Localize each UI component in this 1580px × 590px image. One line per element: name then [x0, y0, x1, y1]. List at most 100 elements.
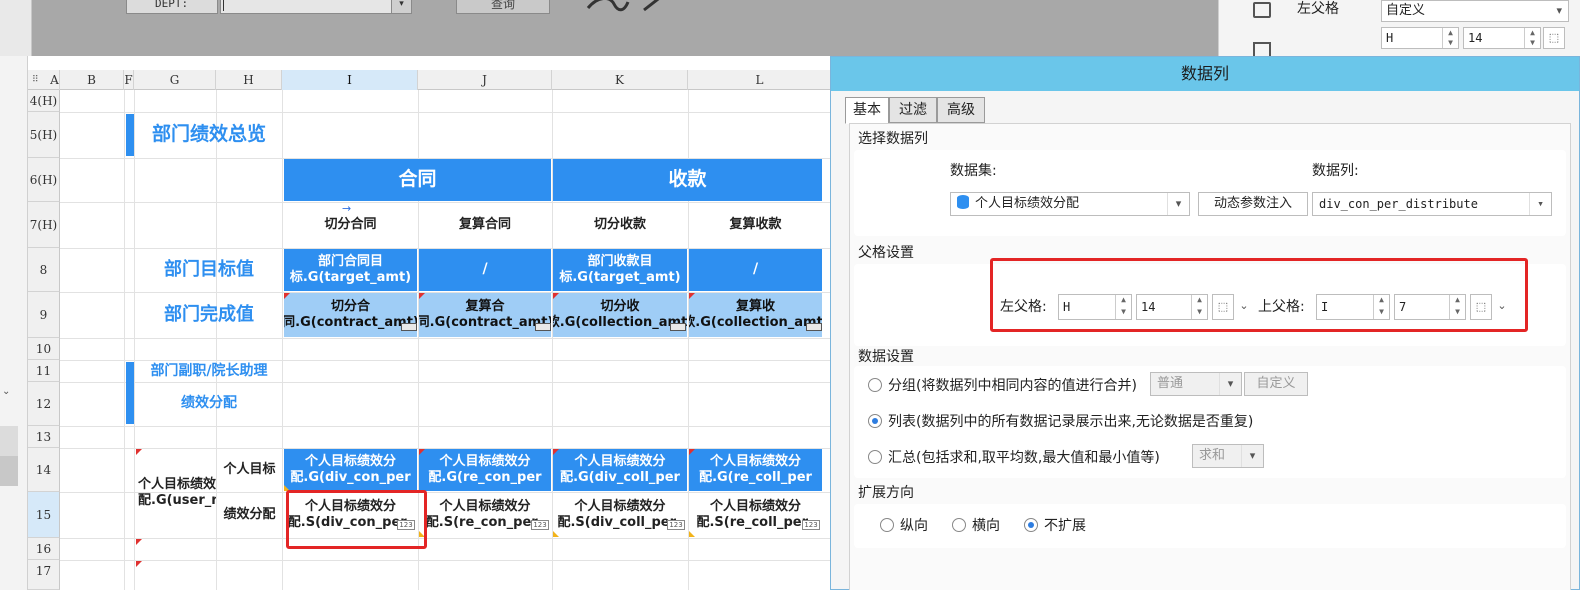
- row15-cell[interactable]: 个人目标绩效分配.S(re_con_per_: [419, 493, 551, 537]
- column-header-f[interactable]: F: [124, 70, 134, 90]
- expand-horizontal-radio[interactable]: [952, 518, 966, 532]
- done-cell[interactable]: 切分合同.G(contract_amt): [284, 293, 417, 337]
- select-section-title: 选择数据列: [858, 131, 928, 147]
- h15-cell[interactable]: 绩效分配: [217, 493, 282, 537]
- row-header[interactable]: 15: [28, 492, 60, 538]
- user-name-cell[interactable]: 个人目标绩效分配.G(user_name): [136, 449, 216, 537]
- gridline: [60, 560, 832, 561]
- tab-filter[interactable]: 过滤: [889, 97, 937, 123]
- row-header[interactable]: 11: [28, 360, 60, 382]
- row15-cell[interactable]: 个人目标绩效分配.S(div_coll_per_: [553, 493, 687, 537]
- expand-none-radio[interactable]: [1024, 518, 1038, 532]
- query-button[interactable]: 查询: [456, 0, 550, 14]
- prop-parent-col-value: H: [1386, 31, 1394, 45]
- tab-basic[interactable]: 基本: [845, 97, 889, 124]
- row14-cell[interactable]: 个人目标绩效分配.G(re_con_per: [419, 449, 551, 491]
- left-rail: ⌄: [0, 56, 28, 590]
- dept-target-label[interactable]: 部门目标值: [136, 249, 282, 291]
- h14-cell[interactable]: 个人目标: [217, 449, 282, 491]
- expand-horizontal-label[interactable]: 横向: [972, 515, 1000, 535]
- dept-input[interactable]: ▾: [220, 0, 412, 14]
- row-header[interactable]: 6(H): [28, 158, 60, 202]
- row-header[interactable]: 16: [28, 538, 60, 560]
- overview-title[interactable]: 部门绩效总览: [136, 114, 282, 156]
- cell-marker-icon: [284, 293, 290, 299]
- column-header-a[interactable]: A: [50, 70, 60, 90]
- expand-vertical-radio[interactable]: [880, 518, 894, 532]
- expand-element-icon[interactable]: [1253, 42, 1271, 56]
- section-accent-bar: [126, 362, 134, 424]
- row-header[interactable]: 10: [28, 338, 60, 360]
- prop-parent-select[interactable]: 自定义 ▾: [1381, 0, 1569, 22]
- column-header-i[interactable]: I: [282, 70, 418, 90]
- expand-section-title: 扩展方向: [858, 485, 914, 501]
- spinner-down-icon[interactable]: ▼: [1524, 38, 1540, 48]
- list-radio[interactable]: [868, 414, 882, 428]
- text-caret: [223, 0, 224, 11]
- cell-type-icon: [670, 323, 686, 331]
- assist-title[interactable]: 部门副职/院长助理: [136, 361, 282, 382]
- list-label[interactable]: 列表(数据列中的所有数据记录展示出来,无论数据是否重复): [888, 411, 1253, 431]
- row15-cell[interactable]: 个人目标绩效分配.S(re_coll_per_: [689, 493, 822, 537]
- dynamic-param-inject-button[interactable]: 动态参数注入: [1198, 192, 1308, 216]
- dept-done-label[interactable]: 部门完成值: [136, 293, 282, 337]
- column-header-k[interactable]: K: [552, 70, 688, 90]
- row-header[interactable]: 13: [28, 426, 60, 448]
- parent-section-title: 父格设置: [858, 245, 914, 261]
- collection-header-cell[interactable]: 收款: [553, 159, 822, 201]
- property-pane: 左父格 自定义 ▾ H ▲ ▼ 14 ▲ ▼ ⬚: [1218, 0, 1580, 56]
- dataset-select[interactable]: 个人目标绩效分配 ▾: [950, 192, 1190, 216]
- target-cell[interactable]: 部门合同目标.G(target_amt): [284, 249, 417, 291]
- summary-radio[interactable]: [868, 450, 882, 464]
- dialog-title[interactable]: 数据列: [831, 57, 1579, 91]
- logo-swirl-icon: [586, 0, 660, 12]
- subheader-cell[interactable]: 切分收款: [553, 203, 687, 247]
- cell-element-icon[interactable]: [1253, 2, 1271, 18]
- target-cell[interactable]: /: [689, 249, 822, 291]
- column-select[interactable]: div_con_per_distribute ▾: [1312, 192, 1552, 216]
- gridline: [134, 90, 135, 590]
- cell-picker-icon[interactable]: ⬚: [1543, 27, 1565, 49]
- subheader-cell[interactable]: 复算收款: [689, 203, 822, 247]
- chevron-down-icon[interactable]: ⌄: [2, 386, 10, 397]
- expand-vertical-label[interactable]: 纵向: [900, 515, 928, 535]
- spinner-up-icon[interactable]: ▲: [1524, 28, 1540, 38]
- row-header[interactable]: 14: [28, 448, 60, 492]
- row-header[interactable]: 7(H): [28, 202, 60, 248]
- done-cell[interactable]: 复算合同.G(contract_amt): [419, 293, 551, 337]
- target-cell[interactable]: /: [419, 249, 551, 291]
- grid-grip-icon[interactable]: ⠿: [32, 74, 46, 86]
- row-header[interactable]: 4(H): [28, 90, 60, 112]
- column-header-l[interactable]: L: [688, 70, 832, 90]
- row-header[interactable]: 8: [28, 248, 60, 292]
- done-cell[interactable]: 复算收款.G(collection_amt): [689, 293, 822, 337]
- done-cell[interactable]: 切分收款.G(collection_amt): [553, 293, 687, 337]
- row-header[interactable]: 12: [28, 382, 60, 426]
- row14-cell[interactable]: 个人目标绩效分配.G(div_coll_per: [553, 449, 687, 491]
- row14-cell[interactable]: 个人目标绩效分配.G(div_con_per: [284, 449, 417, 491]
- column-header-g[interactable]: G: [134, 70, 216, 90]
- subheader-cell[interactable]: 复算合同: [419, 203, 551, 247]
- column-header-j[interactable]: J: [418, 70, 552, 90]
- column-header-b[interactable]: B: [60, 70, 124, 90]
- prop-parent-col-spinner[interactable]: H ▲ ▼: [1381, 27, 1459, 49]
- tab-advanced[interactable]: 高级: [937, 97, 985, 123]
- prop-parent-row-spinner[interactable]: 14 ▲ ▼: [1463, 27, 1541, 49]
- row14-cell[interactable]: 个人目标绩效分配.G(re_coll_per: [689, 449, 822, 491]
- dept-dropdown-button[interactable]: ▾: [391, 0, 411, 13]
- column-header-h[interactable]: H: [216, 70, 282, 90]
- row-header[interactable]: 9: [28, 292, 60, 338]
- spinner-down-icon[interactable]: ▼: [1442, 38, 1458, 48]
- contract-header-cell[interactable]: 合同: [284, 159, 551, 201]
- summary-label[interactable]: 汇总(包括求和,取平均数,最大值和最小值等): [888, 447, 1160, 467]
- row-header[interactable]: 5(H): [28, 112, 60, 158]
- spinner-up-icon[interactable]: ▲: [1442, 28, 1458, 38]
- group-label[interactable]: 分组(将数据列中相同内容的值进行合并): [888, 375, 1137, 395]
- expand-none-label[interactable]: 不扩展: [1044, 515, 1086, 535]
- assist-subtitle[interactable]: 绩效分配: [136, 383, 282, 425]
- row-header[interactable]: 17: [28, 560, 60, 590]
- cell-marker-icon: [553, 531, 559, 537]
- group-radio[interactable]: [868, 378, 882, 392]
- data-settings-section: 分组(将数据列中相同内容的值进行合并) 普通 ▾ 自定义 列表(数据列中的所有数…: [854, 366, 1566, 478]
- target-cell[interactable]: 部门收款目标.G(target_amt): [553, 249, 687, 291]
